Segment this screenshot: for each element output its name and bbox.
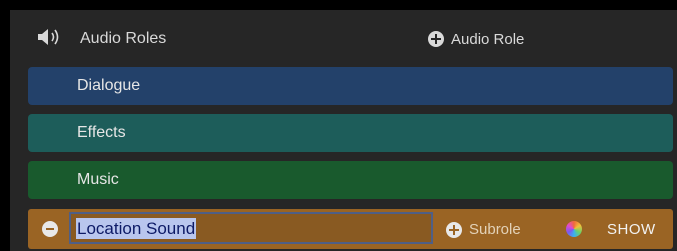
- role-label: Dialogue: [77, 77, 141, 94]
- show-button[interactable]: SHOW: [607, 221, 656, 238]
- role-row-location-sound: Location Sound Subrole SHOW: [28, 209, 673, 249]
- role-label: Effects: [77, 124, 126, 141]
- role-row-effects[interactable]: Effects: [28, 114, 673, 152]
- role-label: Music: [77, 171, 119, 188]
- audio-roles-header: Audio Roles Audio Role: [10, 10, 677, 62]
- add-subrole-button[interactable]: Subrole: [446, 221, 521, 238]
- subrole-label: Subrole: [469, 221, 521, 238]
- color-wheel-icon[interactable]: [566, 221, 582, 237]
- add-audio-role-button[interactable]: Audio Role: [428, 30, 524, 48]
- role-row-dialogue[interactable]: Dialogue: [28, 67, 673, 105]
- speaker-icon: [38, 29, 59, 45]
- audio-roles-panel: Audio Roles Audio Role Dialogue Effects …: [10, 10, 677, 251]
- minus-circle-icon[interactable]: [42, 221, 58, 237]
- role-name-selected-text: Location Sound: [76, 218, 197, 239]
- plus-circle-icon: [446, 221, 462, 238]
- role-name-field[interactable]: Location Sound: [69, 212, 433, 244]
- role-row-music[interactable]: Music: [28, 161, 673, 199]
- plus-circle-icon: [428, 31, 444, 47]
- add-audio-role-label: Audio Role: [451, 30, 525, 48]
- audio-roles-title: Audio Roles: [80, 30, 167, 47]
